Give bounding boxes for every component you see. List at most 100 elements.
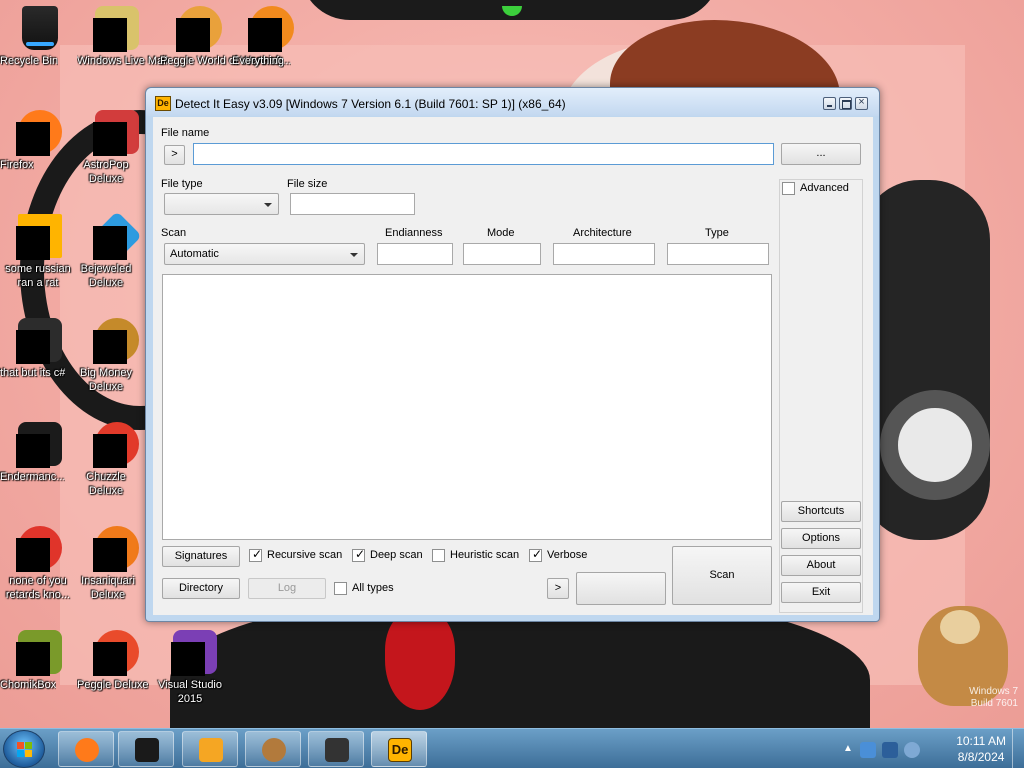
advanced-checkbox-box[interactable] <box>782 182 795 195</box>
endianness-field[interactable] <box>377 243 453 265</box>
type-field[interactable] <box>667 243 769 265</box>
chomikbox-icon <box>16 628 64 676</box>
next-button[interactable]: > <box>547 578 569 599</box>
about-button[interactable]: About <box>781 555 861 576</box>
window-titlebar[interactable]: De Detect It Easy v3.09 [Windows 7 Versi… <box>146 88 879 116</box>
window-title: Detect It Easy v3.09 [Windows 7 Version … <box>175 97 566 111</box>
mail-icon <box>93 4 141 52</box>
desktop-icon-label: ChomikBox <box>0 679 57 691</box>
die-app-icon[interactable]: De <box>155 96 171 111</box>
desktop-icon-recycle-bin[interactable]: Recycle Bin <box>0 4 80 67</box>
shortcuts-button[interactable]: Shortcuts <box>781 501 861 522</box>
start-button[interactable] <box>3 730 45 768</box>
directory-button[interactable]: Directory <box>162 578 240 599</box>
chuzzle-icon <box>93 420 141 468</box>
desktop-icon-some-russian[interactable]: some russian ran a rat <box>0 212 80 289</box>
file-size-field[interactable] <box>290 193 415 215</box>
recursive-scan-box[interactable]: ✓ <box>249 547 263 562</box>
show-desktop-button[interactable] <box>1012 729 1024 768</box>
desktop-icon-peggle-wow[interactable]: Peggle World of Warcraft... <box>160 4 291 67</box>
taskbar-terminal[interactable] <box>118 731 174 767</box>
file-type-select[interactable] <box>164 193 279 215</box>
scan-results-panel[interactable] <box>162 274 772 540</box>
peggle-icon <box>176 4 224 52</box>
recent-files-button[interactable]: > <box>164 145 185 165</box>
chevron-down-icon <box>350 253 358 257</box>
taskbar-detect-it-easy[interactable]: De <box>371 731 427 767</box>
desktop-icon-label: Peggle Deluxe <box>77 679 149 691</box>
desktop-icon-visual-studio[interactable]: Visual Studio 2015 <box>155 628 235 705</box>
mode-field[interactable] <box>463 243 541 265</box>
chevron-down-icon <box>264 203 272 207</box>
astropop-label: AstroPop Deluxe <box>83 159 129 185</box>
desktop-icon-that-but-its-csharp[interactable]: that but its c# <box>0 316 80 379</box>
visual-studio-label: Visual Studio 2015 <box>157 679 222 705</box>
minimize-button[interactable] <box>823 97 836 110</box>
signatures-button[interactable]: Signatures <box>162 546 240 567</box>
firefox-icon <box>16 108 64 156</box>
desktop-icon-peggle-deluxe[interactable]: Peggle Deluxe <box>77 628 157 691</box>
clock[interactable]: 10:11 AM 8/8/2024 <box>956 733 1006 765</box>
file-name-input[interactable] <box>193 143 774 165</box>
file-name-label: File name <box>161 127 210 139</box>
desktop-icon-label: Recycle Bin <box>0 55 59 67</box>
firefox-icon <box>75 738 99 762</box>
taskbar-warning[interactable] <box>308 731 364 767</box>
verbose-label: Verbose <box>547 549 588 561</box>
desktop-icon-label: Everything <box>232 55 284 67</box>
deep-scan-label: Deep scan <box>370 549 423 561</box>
windows-logo-icon <box>17 742 33 758</box>
deep-scan-box[interactable]: ✓ <box>352 547 365 562</box>
exit-button[interactable]: Exit <box>781 582 861 603</box>
desktop-icon-label: Endermanc... <box>0 471 66 483</box>
show-hidden-icons-icon[interactable]: ▲ <box>843 743 853 754</box>
scan-mode-value: Automatic <box>170 248 219 260</box>
desktop-icon-label: some russian ran a rat <box>0 262 76 290</box>
log-button[interactable]: Log <box>248 578 326 599</box>
scan-label: Scan <box>161 227 187 239</box>
die-icon: De <box>388 738 412 762</box>
browse-button[interactable]: ... <box>781 143 861 165</box>
scan-mode-select[interactable]: Automatic <box>164 243 365 265</box>
architecture-field[interactable] <box>553 243 655 265</box>
close-button[interactable]: × <box>855 96 868 110</box>
close-icon: × <box>858 96 865 108</box>
recycle-bin-icon <box>16 4 64 52</box>
desktop-icon-label: Bejeweled Deluxe <box>77 262 135 290</box>
verbose-box[interactable]: ✓ <box>529 547 543 562</box>
action-center-icon[interactable] <box>882 742 898 758</box>
desktop-icon-label: that but its c# <box>0 367 66 379</box>
check-icon: ✓ <box>252 547 263 561</box>
taskbar-firefox[interactable] <box>58 731 114 767</box>
heuristic-scan-label: Heuristic scan <box>450 549 520 561</box>
astropop-icon <box>93 108 141 156</box>
taskbar-media-player[interactable] <box>182 731 238 767</box>
desktop-icon-everything[interactable]: Everything <box>232 4 312 67</box>
windows-watermark: Windows 7 Build 7601 <box>969 686 1018 709</box>
clock-time: 10:11 AM <box>956 734 1006 748</box>
desktop-icon-none-of-you[interactable]: none of you retards kno... <box>0 524 80 601</box>
heuristic-scan-box[interactable] <box>432 549 445 562</box>
hamster-gadget-face <box>940 610 980 644</box>
window-client-area: File name > ... Advanced File type File … <box>153 117 873 615</box>
desktop-icon-chomikbox[interactable]: ChomikBox <box>0 628 80 691</box>
detect-it-easy-window: De Detect It Easy v3.09 [Windows 7 Versi… <box>145 87 880 622</box>
taskbar-hamster[interactable] <box>245 731 301 767</box>
scan-button[interactable]: Scan <box>672 546 772 605</box>
all-types-label: All types <box>352 582 394 594</box>
desktop-icon-windows-live-mail[interactable]: Windows Live Mail <box>77 4 168 67</box>
volume-icon[interactable] <box>904 742 920 758</box>
type-label: Type <box>705 227 729 239</box>
network-icon[interactable] <box>860 742 876 758</box>
desktop-icon-firefox[interactable]: Firefox <box>0 108 80 171</box>
desktop-icon-label: Visual Studio 2015 <box>155 678 225 706</box>
peggle-icon <box>93 628 141 676</box>
file-type-label: File type <box>161 178 203 190</box>
all-types-box[interactable] <box>334 582 347 595</box>
check-icon: ✓ <box>532 547 543 561</box>
desktop-icon-label: AstroPop Deluxe <box>77 158 135 186</box>
endianness-label: Endianness <box>385 227 443 239</box>
desktop-icon-endermanch[interactable]: Endermanc... <box>0 420 80 483</box>
options-button[interactable]: Options <box>781 528 861 549</box>
maximize-button[interactable] <box>839 97 852 110</box>
